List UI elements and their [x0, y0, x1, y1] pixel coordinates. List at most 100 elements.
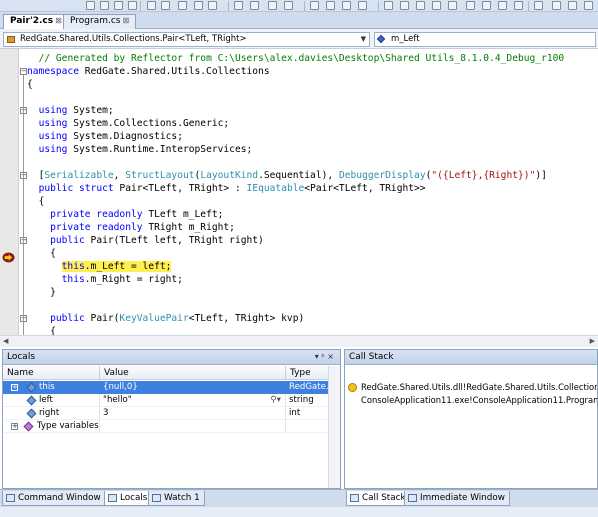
tab-program-cs[interactable]: Program.cs ⊠	[63, 14, 137, 29]
toolbar-button-icon[interactable]	[250, 1, 259, 10]
toolbar-button-icon[interactable]	[416, 1, 425, 10]
code-line[interactable]: using System.Collections.Generic;	[27, 117, 230, 130]
code-line[interactable]: public Pair(TLeft left, TRight right)	[27, 234, 264, 247]
code-line[interactable]: {	[27, 78, 33, 91]
toolbar-button-icon[interactable]	[208, 1, 217, 10]
locals-grid[interactable]: + this {null,0} RedGate. left "hello" ⚲▾ string…	[3, 381, 330, 481]
collapse-region-icon[interactable]: −	[20, 68, 27, 75]
code-line[interactable]: using System.Runtime.InteropServices;	[27, 143, 253, 156]
locals-row[interactable]: + Type variables	[3, 420, 330, 433]
toolbar-button-icon[interactable]	[234, 1, 243, 10]
toolbar-button-icon[interactable]	[584, 1, 593, 10]
locals-row[interactable]: + this {null,0} RedGate.	[3, 381, 330, 394]
toolbar-button-icon[interactable]	[178, 1, 187, 10]
callstack-list[interactable]: RedGate.Shared.Utils.dll!RedGate.Shared.…	[345, 381, 597, 481]
code-line[interactable]: namespace RedGate.Shared.Utils.Collectio…	[27, 65, 270, 78]
tab-immediate-window[interactable]: Immediate Window	[404, 491, 510, 506]
toolbar-button-icon[interactable]	[552, 1, 561, 10]
locals-value-cell[interactable]: 3	[100, 407, 286, 420]
code-statement: using System.Collections.Generic;	[39, 118, 230, 129]
code-line[interactable]: public struct Pair<TLeft, TRight> : IEqu…	[27, 182, 426, 195]
toolbar-button-icon[interactable]	[100, 1, 109, 10]
locals-value-cell[interactable]	[100, 420, 286, 433]
locals-pane: Locals ▾ ᵖ × Name Value Type + this {null,…	[2, 349, 341, 489]
tab-pair2-cs[interactable]: Pair'2.cs ⊠	[3, 14, 69, 30]
code-line[interactable]: private readonly TRight m_Right;	[27, 221, 235, 234]
close-icon[interactable]: ⊠	[122, 16, 129, 25]
toolbar-button-icon[interactable]	[448, 1, 457, 10]
callstack-pane: Call Stack RedGate.Shared.Utils.dll!RedG…	[344, 349, 598, 489]
tab-command-window[interactable]: Command Window	[2, 491, 106, 506]
code-line[interactable]: [Serializable, StructLayout(LayoutKind.S…	[27, 169, 547, 182]
code-line[interactable]: private readonly TLeft m_Left;	[27, 208, 223, 221]
toolbar-button-icon[interactable]	[400, 1, 409, 10]
magnifier-icon[interactable]: ⚲▾	[270, 394, 281, 406]
callstack-frame[interactable]: ConsoleApplication11.exe!ConsoleApplicat…	[345, 394, 597, 407]
toolbar-button-icon[interactable]	[310, 1, 319, 10]
code-line[interactable]: using System;	[27, 104, 114, 117]
locals-value-cell[interactable]: {null,0}	[100, 381, 286, 394]
callstack-frame[interactable]: RedGate.Shared.Utils.dll!RedGate.Shared.…	[345, 381, 597, 394]
scroll-left-icon[interactable]: ◀	[3, 337, 8, 345]
code-line[interactable]: {	[27, 325, 56, 335]
tab-locals[interactable]: Locals	[104, 491, 153, 506]
toolbar-button-icon[interactable]	[466, 1, 475, 10]
code-line[interactable]: {	[27, 195, 45, 208]
expand-icon[interactable]: +	[11, 423, 18, 430]
code-line[interactable]: this.m_Right = right;	[27, 273, 183, 286]
chevron-down-icon[interactable]: ▼	[361, 35, 366, 43]
toolbar-button-icon[interactable]	[384, 1, 393, 10]
toolbar-button-icon[interactable]	[514, 1, 523, 10]
member-dropdown[interactable]: m_Left	[374, 32, 596, 47]
expand-icon[interactable]: +	[11, 384, 18, 391]
close-icon[interactable]: ⊠	[55, 16, 62, 25]
column-header-value[interactable]: Value	[100, 366, 286, 380]
toolbar-button-icon[interactable]	[161, 1, 170, 10]
locals-row[interactable]: right 3 int	[3, 407, 330, 420]
code-token: System.Diagnostics;	[67, 131, 183, 142]
code-keyword: this	[61, 274, 85, 285]
type-dropdown[interactable]: RedGate.Shared.Utils.Collections.Pair<TL…	[3, 32, 370, 47]
toolbar-button-icon[interactable]	[86, 1, 95, 10]
code-editor[interactable]: −−−−− // Generated by Reflector from C:\…	[0, 49, 598, 335]
toolbar-button-icon[interactable]	[498, 1, 507, 10]
column-header-type[interactable]: Type	[286, 366, 330, 380]
code-line[interactable]: using System.Diagnostics;	[27, 130, 183, 143]
toolbar-button-icon[interactable]	[358, 1, 367, 10]
toolbar-button-icon[interactable]	[268, 1, 277, 10]
code-line[interactable]: }	[27, 286, 56, 299]
tab-watch-1[interactable]: Watch 1	[148, 491, 205, 506]
locals-value-cell[interactable]: "hello" ⚲▾	[100, 394, 286, 407]
column-header-name[interactable]: Name	[3, 366, 100, 380]
code-keyword: public	[50, 313, 85, 324]
tab-call-stack[interactable]: Call Stack	[346, 491, 411, 506]
toolbar-button-icon[interactable]	[147, 1, 156, 10]
toolbar-button-icon[interactable]	[568, 1, 577, 10]
toolbar-button-icon[interactable]	[114, 1, 123, 10]
locals-row[interactable]: left "hello" ⚲▾ string	[3, 394, 330, 407]
locals-type: string	[289, 395, 314, 405]
code-line[interactable]: public Pair(KeyValuePair<TLeft, TRight> …	[27, 312, 304, 325]
locals-scrollbar[interactable]	[328, 366, 340, 488]
pane-controls[interactable]: ▾ ᵖ ×	[315, 352, 334, 361]
breakpoint-gutter[interactable]	[0, 49, 19, 335]
toolbar-button-icon[interactable]	[194, 1, 203, 10]
toolbar-button-icon[interactable]	[326, 1, 335, 10]
toolbar-button-icon[interactable]	[128, 1, 137, 10]
toolbar-button-icon[interactable]	[432, 1, 441, 10]
toolbar-button-icon[interactable]	[284, 1, 293, 10]
toolbar-button-icon[interactable]	[342, 1, 351, 10]
code-line[interactable]: this.m_Left = left;	[27, 260, 172, 273]
editor-horizontal-scrollbar[interactable]: ◀ ▶	[0, 335, 598, 347]
scroll-right-icon[interactable]: ▶	[590, 337, 595, 345]
toolbar-button-icon[interactable]	[534, 1, 543, 10]
debug-toolbar	[0, 0, 598, 12]
code-statement: using System.Diagnostics;	[39, 131, 183, 142]
code-line[interactable]: // Generated by Reflector from C:\Users\…	[27, 52, 565, 65]
toolbar-button-icon[interactable]	[482, 1, 491, 10]
code-line[interactable]: {	[27, 247, 56, 260]
